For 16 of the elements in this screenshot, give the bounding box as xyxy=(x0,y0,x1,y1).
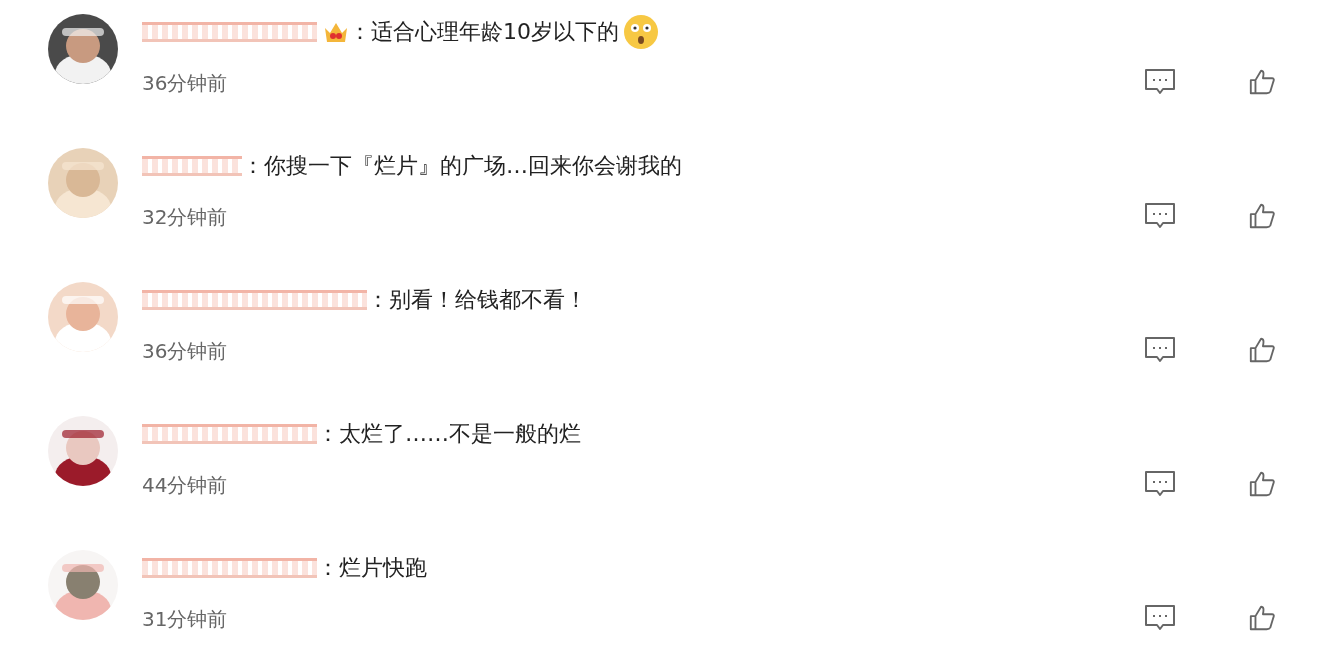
surprised-face-icon xyxy=(623,14,659,50)
comment-time: 44分钟前 xyxy=(142,472,229,499)
comment-icon[interactable] xyxy=(1144,336,1176,364)
comment-text: ：烂片快跑 xyxy=(317,554,427,582)
comment-time: 36分钟前 xyxy=(142,70,229,97)
comment-icon[interactable] xyxy=(1144,68,1176,96)
comment-text: ：别看！给钱都不看！ xyxy=(367,286,587,314)
comment-icon[interactable] xyxy=(1144,604,1176,632)
comment-text: ：你搜一下『烂片』的广场…回来你会谢我的 xyxy=(242,152,682,180)
comment-time: 32分钟前 xyxy=(142,204,229,231)
comment-text: ：太烂了……不是一般的烂 xyxy=(317,420,581,448)
comment-time: 31分钟前 xyxy=(142,606,229,633)
comment-icon[interactable] xyxy=(1144,202,1176,230)
comment-time: 36分钟前 xyxy=(142,338,229,365)
comment-text: ：适合心理年龄10岁以下的 xyxy=(349,18,619,46)
comment-icon[interactable] xyxy=(1144,470,1176,498)
